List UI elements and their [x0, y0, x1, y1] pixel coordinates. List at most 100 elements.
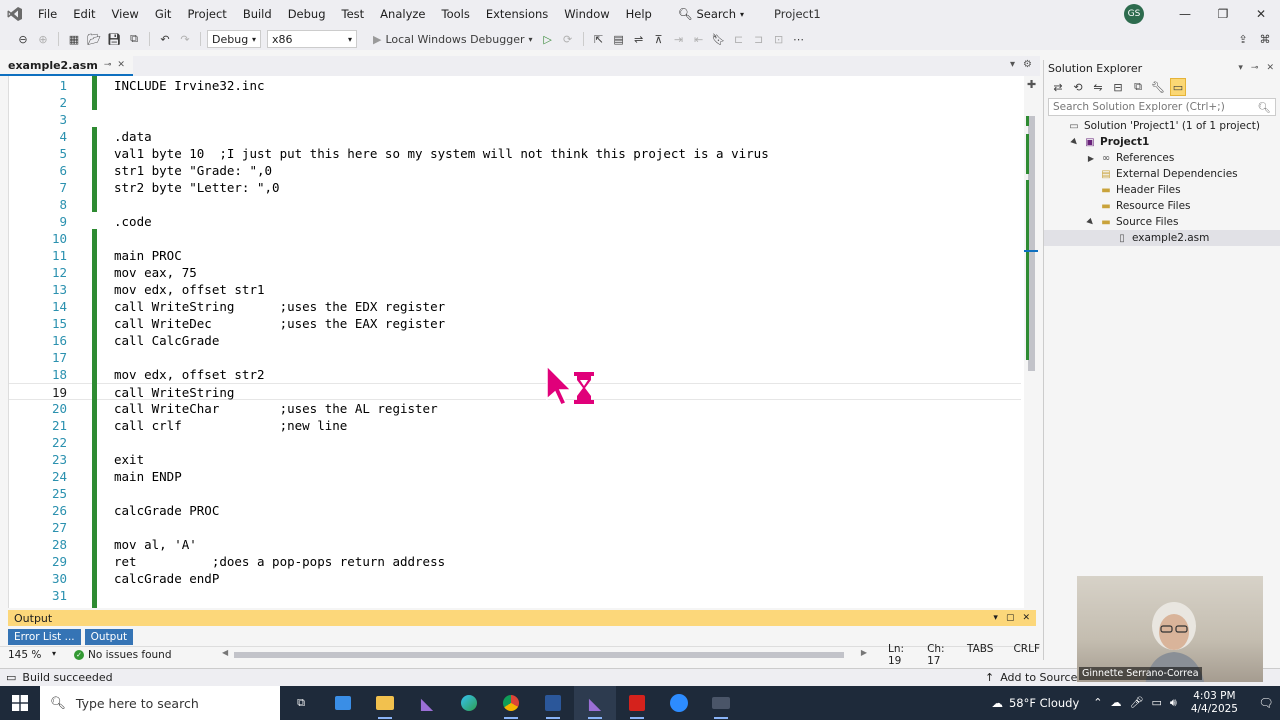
restore-button[interactable]: ❐: [1204, 0, 1242, 28]
notifications-icon[interactable]: 🗨︎: [1252, 696, 1280, 710]
task-view-icon[interactable]: ⧉: [280, 686, 322, 720]
visual-studio-running-icon[interactable]: ◣: [574, 686, 616, 720]
code-editor[interactable]: 1 INCLUDE Irvine32.inc 2 3 4 .data 5 val1 byte …: [8, 76, 1038, 608]
start-without-debugging-icon[interactable]: ▷: [539, 30, 557, 48]
next-bookmark-icon[interactable]: ⊐: [750, 30, 768, 48]
search-box[interactable]: 🔍︎ Search ▾: [672, 7, 750, 21]
expander-icon[interactable]: ▲: [1084, 215, 1097, 228]
scrollbar-thumb[interactable]: [1028, 116, 1035, 371]
code-line[interactable]: 9 .code: [9, 213, 1021, 230]
code-line[interactable]: 28 mov al, 'A': [9, 536, 1021, 553]
file-explorer-icon[interactable]: [364, 686, 406, 720]
avatar[interactable]: GS: [1124, 4, 1144, 24]
new-project-icon[interactable]: ▦: [65, 30, 83, 48]
code-line[interactable]: 22: [9, 434, 1021, 451]
solution-search-input[interactable]: Search Solution Explorer (Ctrl+;) 🔍︎: [1048, 98, 1276, 116]
menu-analyze[interactable]: Analyze: [372, 0, 433, 28]
line-number[interactable]: Ln: 19: [888, 643, 907, 667]
code-line[interactable]: 8: [9, 196, 1021, 213]
taskbar-search[interactable]: 🔍︎ Type here to search: [40, 686, 280, 720]
code-line[interactable]: 16 call CalcGrade: [9, 332, 1021, 349]
menu-extensions[interactable]: Extensions: [478, 0, 556, 28]
code-line[interactable]: 5 val1 byte 10 ;I just put this here so m…: [9, 145, 1021, 162]
menu-help[interactable]: Help: [618, 0, 660, 28]
zoom-select[interactable]: 145 % ▾: [0, 649, 62, 661]
start-button[interactable]: [0, 686, 40, 720]
toolbar-overflow-icon[interactable]: ⋯: [790, 30, 808, 48]
save-all-icon[interactable]: ⧉: [125, 30, 143, 48]
maximize-icon[interactable]: ▢: [1006, 613, 1015, 623]
code-line[interactable]: 12 mov eax, 75: [9, 264, 1021, 281]
menu-build[interactable]: Build: [235, 0, 280, 28]
clock[interactable]: 4:03 PM 4/4/2025: [1191, 690, 1238, 716]
store-icon[interactable]: [322, 686, 364, 720]
menu-tools[interactable]: Tools: [434, 0, 478, 28]
code-line[interactable]: 4 .data: [9, 128, 1021, 145]
back-icon[interactable]: ⊖: [14, 30, 32, 48]
code-line[interactable]: 7 str2 byte "Letter: ",0: [9, 179, 1021, 196]
tree-item[interactable]: ▲ ▣ Project1: [1044, 134, 1280, 150]
tree-item[interactable]: ▶ ∞ References: [1044, 150, 1280, 166]
word-icon[interactable]: [532, 686, 574, 720]
code-line[interactable]: 13 mov edx, offset str1: [9, 281, 1021, 298]
layout-icon[interactable]: ▤: [610, 30, 628, 48]
indent-icon[interactable]: ⇥: [670, 30, 688, 48]
prev-bookmark-icon[interactable]: ⊏: [730, 30, 748, 48]
menu-file[interactable]: File: [30, 0, 65, 28]
browser-link-icon[interactable]: ⇱: [590, 30, 608, 48]
switch-views-icon[interactable]: ⇄: [1050, 78, 1066, 96]
outdent-icon[interactable]: ⇤: [690, 30, 708, 48]
clear-bookmarks-icon[interactable]: ⊡: [770, 30, 788, 48]
show-all-files-icon[interactable]: ⧉: [1130, 78, 1146, 96]
menu-git[interactable]: Git: [147, 0, 180, 28]
undo-icon[interactable]: ↶: [156, 30, 174, 48]
dropdown-icon[interactable]: ▾: [1238, 63, 1243, 73]
code-line[interactable]: 2: [9, 94, 1021, 111]
code-line[interactable]: 25: [9, 485, 1021, 502]
save-icon[interactable]: 💾︎: [105, 30, 123, 48]
indent-mode[interactable]: TABS: [967, 643, 993, 667]
hot-reload-icon[interactable]: ⟳: [559, 30, 577, 48]
tree-item[interactable]: ▲ ▬ Source Files: [1044, 214, 1280, 230]
network-icon[interactable]: ▭: [1151, 696, 1161, 710]
tab-output[interactable]: Output: [84, 629, 134, 645]
redo-icon[interactable]: ↷: [176, 30, 194, 48]
code-line[interactable]: 32: [9, 604, 1021, 608]
code-line[interactable]: 14 call WriteString ;uses the EDX registe…: [9, 298, 1021, 315]
tab-example2-asm[interactable]: example2.asm ⊸ ✕: [0, 56, 133, 76]
tab-error-list[interactable]: Error List ...: [8, 629, 81, 645]
scroll-left-icon[interactable]: ◀: [222, 648, 228, 657]
bookmark-icon[interactable]: 🔖︎: [710, 30, 728, 48]
dropdown-icon[interactable]: ▾: [993, 613, 998, 623]
tree-item[interactable]: ▬ Header Files: [1044, 182, 1280, 198]
chrome-icon[interactable]: [490, 686, 532, 720]
horizontal-scrollbar[interactable]: ◀ ▶: [222, 648, 867, 659]
code-line[interactable]: 3: [9, 111, 1021, 128]
tree-item[interactable]: ▯ example2.asm: [1044, 230, 1280, 246]
close-icon[interactable]: ✕: [1022, 613, 1030, 623]
volume-icon[interactable]: 🔊︎: [1170, 696, 1177, 710]
code-line[interactable]: 20 call WriteChar ;uses the AL register: [9, 400, 1021, 417]
scrollbar-thumb[interactable]: [234, 652, 844, 658]
weather-widget[interactable]: ☁ 58°F Cloudy: [991, 696, 1079, 710]
sync-icon[interactable]: ⟲: [1070, 78, 1086, 96]
code-line[interactable]: 26 calcGrade PROC: [9, 502, 1021, 519]
close-tab-icon[interactable]: ✕: [117, 60, 125, 70]
code-line[interactable]: 29 ret ;does a pop-pops return address: [9, 553, 1021, 570]
code-line[interactable]: 1 INCLUDE Irvine32.inc: [9, 77, 1021, 94]
visual-studio-taskbar-icon[interactable]: ◣: [406, 686, 448, 720]
start-debugging-button[interactable]: ▶ Local Windows Debugger ▾: [369, 33, 537, 46]
code-line[interactable]: 31: [9, 587, 1021, 604]
feedback-icon[interactable]: ⌘: [1256, 30, 1274, 48]
split-editor-icon[interactable]: ✚: [1027, 78, 1036, 91]
pending-changes-icon[interactable]: ⇋: [1090, 78, 1106, 96]
app-window-icon[interactable]: [700, 686, 742, 720]
menu-edit[interactable]: Edit: [65, 0, 103, 28]
code-line[interactable]: 15 call WriteDec ;uses the EAX register: [9, 315, 1021, 332]
tree-item[interactable]: ▤ External Dependencies: [1044, 166, 1280, 182]
tree-item[interactable]: ▬ Resource Files: [1044, 198, 1280, 214]
tab-dropdown-icon[interactable]: ▾: [1010, 59, 1015, 70]
menu-project[interactable]: Project: [179, 0, 234, 28]
minimize-button[interactable]: —: [1166, 0, 1204, 28]
collapse-all-icon[interactable]: ⊟: [1110, 78, 1126, 96]
